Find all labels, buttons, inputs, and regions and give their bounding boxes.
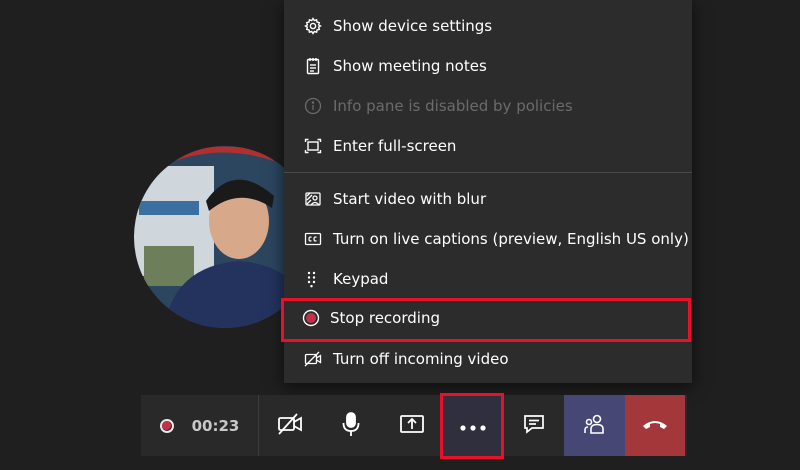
- chat-icon: [523, 413, 545, 439]
- menu-item-device-settings[interactable]: Show device settings: [284, 7, 692, 45]
- recording-timer: 00:23: [141, 395, 259, 456]
- chat-button[interactable]: [503, 395, 564, 456]
- menu-item-live-captions[interactable]: Turn on live captions (preview, English …: [284, 220, 692, 258]
- menu-item-label: Show device settings: [333, 17, 493, 35]
- menu-item-label: Keypad: [333, 270, 389, 288]
- microphone-icon: [341, 411, 361, 441]
- menu-item-video-blur[interactable]: Start video with blur: [284, 180, 692, 218]
- menu-item-info-pane: Info pane is disabled by policies: [284, 87, 692, 125]
- call-controls-bar: 00:23: [141, 395, 687, 456]
- video-off-icon: [302, 348, 324, 370]
- menu-divider: [284, 172, 692, 173]
- camera-off-icon: [277, 412, 303, 439]
- menu-item-meeting-notes[interactable]: Show meeting notes: [284, 47, 692, 85]
- keypad-icon: [302, 268, 324, 290]
- gear-icon: [302, 15, 324, 37]
- info-icon: [302, 95, 324, 117]
- share-screen-button[interactable]: [381, 395, 442, 456]
- menu-item-label: Turn on live captions (preview, English …: [333, 230, 689, 248]
- menu-item-label: Show meeting notes: [333, 57, 487, 75]
- participants-icon: [583, 413, 607, 439]
- highlight-box: [281, 298, 691, 342]
- blur-icon: [302, 188, 324, 210]
- highlight-box: [440, 393, 504, 459]
- recording-indicator-icon: [159, 418, 174, 433]
- menu-item-label: Enter full-screen: [333, 137, 457, 155]
- microphone-button[interactable]: [320, 395, 381, 456]
- fullscreen-icon: [302, 135, 324, 157]
- menu-item-incoming-video[interactable]: Turn off incoming video: [284, 340, 692, 378]
- notes-icon: [302, 55, 324, 77]
- menu-item-label: Turn off incoming video: [333, 350, 509, 368]
- menu-item-label: Info pane is disabled by policies: [333, 97, 573, 115]
- menu-item-keypad[interactable]: Keypad: [284, 260, 692, 298]
- menu-item-full-screen[interactable]: Enter full-screen: [284, 127, 692, 165]
- camera-toggle-button[interactable]: [259, 395, 320, 456]
- captions-icon: [302, 228, 324, 250]
- call-duration: 00:23: [191, 416, 240, 435]
- hang-up-button[interactable]: [625, 395, 685, 456]
- participants-button[interactable]: [564, 395, 625, 456]
- menu-item-label: Start video with blur: [333, 190, 487, 208]
- hang-up-icon: [642, 416, 668, 435]
- share-screen-icon: [399, 413, 425, 439]
